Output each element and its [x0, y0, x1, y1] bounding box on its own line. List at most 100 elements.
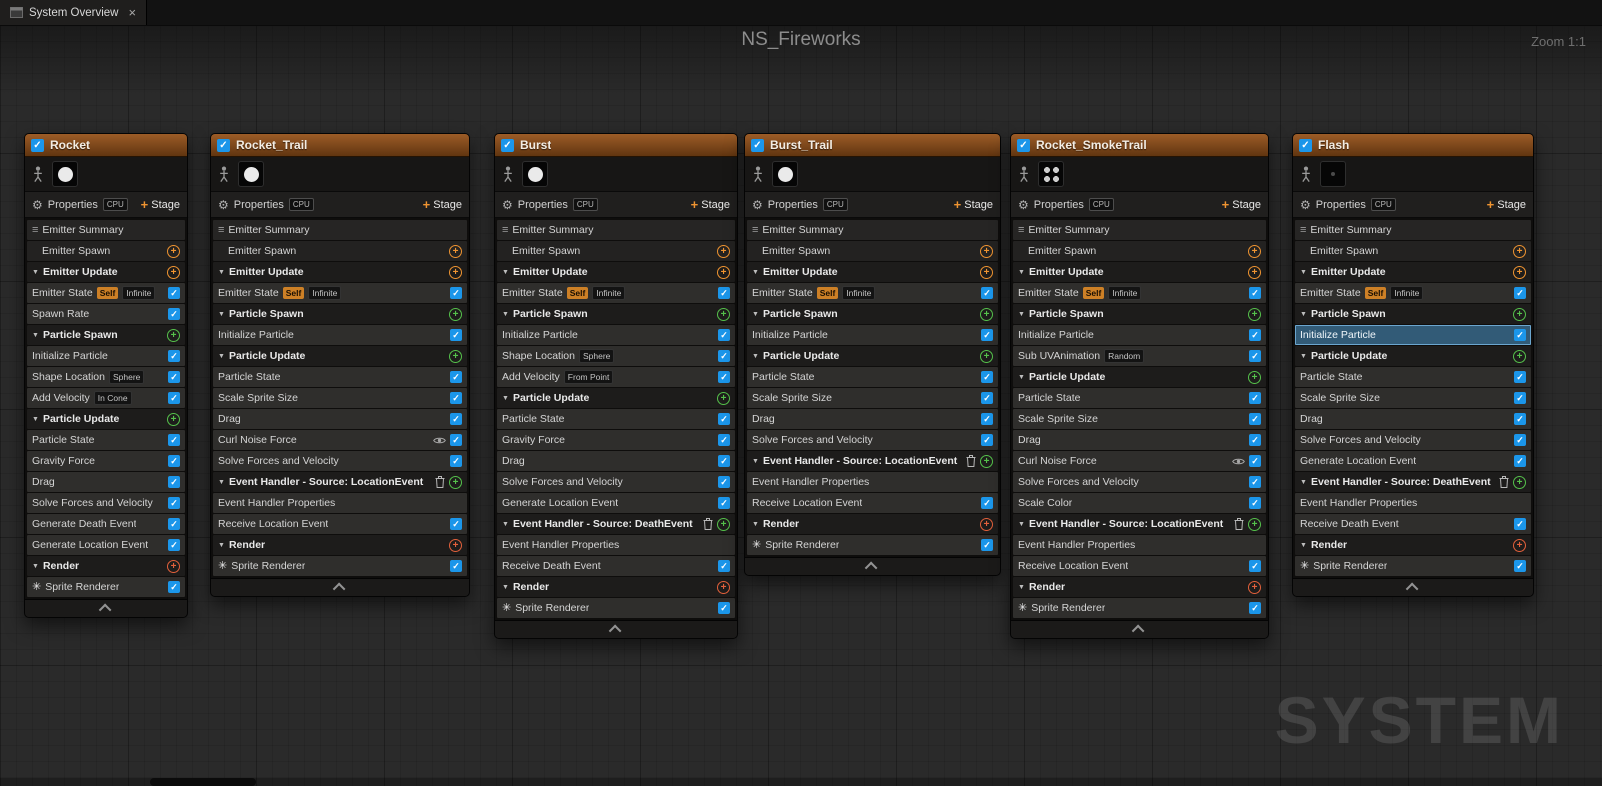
add-module-button[interactable]: + [717, 307, 730, 321]
horizontal-scrollbar[interactable] [0, 778, 1602, 786]
chevron-down-icon[interactable]: ▼ [752, 269, 759, 276]
emitter-thumbnail[interactable] [772, 161, 798, 187]
add-module-button[interactable]: + [980, 517, 993, 531]
chevron-down-icon[interactable]: ▼ [752, 521, 759, 528]
tab-system-overview[interactable]: System Overview × [0, 0, 148, 25]
chevron-down-icon[interactable]: ▼ [502, 395, 509, 402]
module-enabled-checkbox[interactable]: ✓ [981, 413, 993, 425]
add-module-button[interactable]: + [167, 265, 180, 279]
stage-section-row[interactable]: ▼ Emitter Update + [497, 262, 735, 282]
add-module-button[interactable]: + [1513, 349, 1526, 363]
add-stage-button[interactable]: + Stage [1222, 198, 1261, 211]
add-stage-button[interactable]: + Stage [954, 198, 993, 211]
visibility-icon[interactable] [433, 436, 446, 445]
emitter-node-rocket[interactable]: ✓ Rocket ⚙ Properties CPU + Stage ≡ Emitter Summ… [24, 133, 188, 618]
module-enabled-checkbox[interactable]: ✓ [718, 413, 730, 425]
horizontal-scrollbar-thumb[interactable] [150, 778, 256, 786]
emitter-summary-row[interactable]: ≡ Emitter Summary [497, 220, 735, 240]
add-module-button[interactable]: + [717, 517, 730, 531]
module-row[interactable]: Emitter State Self Infinite ✓ [1013, 283, 1266, 303]
visibility-icon[interactable] [1232, 457, 1245, 466]
chevron-down-icon[interactable]: ▼ [1300, 479, 1307, 486]
emitter-node-rocket_trail[interactable]: ✓ Rocket_Trail ⚙ Properties CPU + Stage ≡ Emitte… [210, 133, 470, 597]
emitter-thumbnail[interactable] [1320, 161, 1346, 187]
module-row[interactable]: Gravity Force ✓ [497, 430, 735, 450]
stage-section-row[interactable]: ▼ Emitter Update + [1013, 262, 1266, 282]
stage-section-row[interactable]: ▼ Particle Spawn + [497, 304, 735, 324]
module-enabled-checkbox[interactable]: ✓ [718, 287, 730, 299]
module-enabled-checkbox[interactable]: ✓ [450, 560, 462, 572]
module-row[interactable]: Initialize Particle ✓ [1013, 325, 1266, 345]
emitter-thumbnail[interactable] [52, 161, 78, 187]
module-row[interactable]: Generate Death Event ✓ [27, 514, 185, 534]
stage-section-row[interactable]: ▼ Emitter Update + [747, 262, 998, 282]
module-row[interactable]: Curl Noise Force ✓ [1013, 451, 1266, 471]
emitter-header[interactable]: ✓ Flash [1293, 134, 1533, 157]
module-row[interactable]: Solve Forces and Velocity ✓ [213, 451, 467, 471]
emitter-thumbnail[interactable] [1038, 161, 1064, 187]
module-enabled-checkbox[interactable]: ✓ [718, 371, 730, 383]
add-module-button[interactable]: + [449, 265, 462, 279]
stage-section-row[interactable]: ▼ Render + [27, 556, 185, 576]
module-row[interactable]: ✳ Sprite Renderer ✓ [1295, 556, 1531, 576]
module-enabled-checkbox[interactable]: ✓ [1249, 476, 1261, 488]
add-stage-button[interactable]: + Stage [691, 198, 730, 211]
module-enabled-checkbox[interactable]: ✓ [168, 350, 180, 362]
module-enabled-checkbox[interactable]: ✓ [168, 308, 180, 320]
emitter-summary-row[interactable]: ≡ Emitter Summary [213, 220, 467, 240]
module-row[interactable]: Drag ✓ [1013, 430, 1266, 450]
add-module-button[interactable]: + [980, 265, 993, 279]
chevron-down-icon[interactable]: ▼ [1018, 374, 1025, 381]
module-row[interactable]: ✳ Sprite Renderer ✓ [747, 535, 998, 555]
module-enabled-checkbox[interactable]: ✓ [1249, 560, 1261, 572]
module-row[interactable]: Add Velocity In Cone ✓ [27, 388, 185, 408]
module-enabled-checkbox[interactable]: ✓ [1514, 329, 1526, 341]
emitter-enabled-checkbox[interactable]: ✓ [1299, 138, 1312, 152]
stage-section-row[interactable]: ▼ Particle Spawn + [213, 304, 467, 324]
module-row[interactable]: ✳ Sprite Renderer ✓ [213, 556, 467, 576]
emitter-header[interactable]: ✓ Rocket_Trail [211, 134, 469, 157]
module-enabled-checkbox[interactable]: ✓ [1249, 287, 1261, 299]
module-row[interactable]: Receive Location Event ✓ [747, 493, 998, 513]
chevron-down-icon[interactable]: ▼ [218, 269, 225, 276]
emitter-header[interactable]: ✓ Rocket [25, 134, 187, 157]
delete-icon[interactable] [966, 455, 976, 467]
module-row[interactable]: Receive Location Event ✓ [213, 514, 467, 534]
add-module-button[interactable]: + [1248, 580, 1261, 594]
add-module-button[interactable]: + [167, 328, 180, 342]
module-enabled-checkbox[interactable]: ✓ [450, 413, 462, 425]
module-enabled-checkbox[interactable]: ✓ [450, 329, 462, 341]
emitter-enabled-checkbox[interactable]: ✓ [501, 138, 514, 152]
add-module-button[interactable]: + [1513, 538, 1526, 552]
properties-row[interactable]: ⚙ Properties CPU + Stage [211, 191, 469, 218]
module-enabled-checkbox[interactable]: ✓ [1514, 287, 1526, 299]
module-row[interactable]: Receive Death Event ✓ [497, 556, 735, 576]
module-enabled-checkbox[interactable]: ✓ [450, 392, 462, 404]
module-row[interactable]: Event Handler Properties [1295, 493, 1531, 513]
stage-section-row[interactable]: ▼ Emitter Update + [27, 262, 185, 282]
module-enabled-checkbox[interactable]: ✓ [981, 497, 993, 509]
module-enabled-checkbox[interactable]: ✓ [1514, 392, 1526, 404]
module-enabled-checkbox[interactable]: ✓ [1514, 413, 1526, 425]
module-row[interactable]: Drag ✓ [497, 451, 735, 471]
stage-section-row[interactable]: ▼ Emitter Update + [213, 262, 467, 282]
chevron-down-icon[interactable]: ▼ [32, 563, 39, 570]
stage-section-row[interactable]: ▼ Particle Update + [497, 388, 735, 408]
module-row[interactable]: Drag ✓ [747, 409, 998, 429]
module-row[interactable]: Particle State ✓ [1295, 367, 1531, 387]
module-row[interactable]: Scale Sprite Size ✓ [1013, 409, 1266, 429]
module-row[interactable]: Particle State ✓ [27, 430, 185, 450]
module-enabled-checkbox[interactable]: ✓ [168, 518, 180, 530]
module-row[interactable]: Scale Sprite Size ✓ [747, 388, 998, 408]
stage-section-row[interactable]: ▼ Render + [747, 514, 998, 534]
stage-row[interactable]: Emitter Spawn + [747, 241, 998, 261]
add-module-button[interactable]: + [449, 475, 462, 489]
module-row[interactable]: Generate Location Event ✓ [27, 535, 185, 555]
module-enabled-checkbox[interactable]: ✓ [168, 476, 180, 488]
module-row[interactable]: Particle State ✓ [497, 409, 735, 429]
add-module-button[interactable]: + [167, 412, 180, 426]
delete-icon[interactable] [1499, 476, 1509, 488]
chevron-down-icon[interactable]: ▼ [1018, 584, 1025, 591]
stage-section-row[interactable]: ▼ Render + [497, 577, 735, 597]
module-enabled-checkbox[interactable]: ✓ [718, 476, 730, 488]
